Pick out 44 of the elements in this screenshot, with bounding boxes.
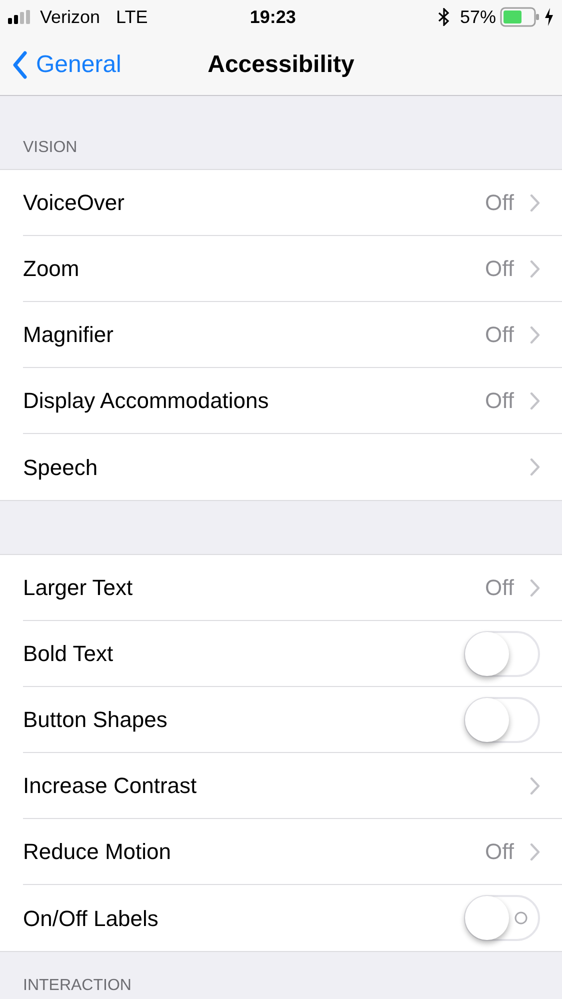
bluetooth-icon xyxy=(438,8,450,26)
chevron-icon xyxy=(530,392,540,410)
network-type: LTE xyxy=(116,6,148,28)
toggle-knob xyxy=(465,698,509,742)
row-label[interactable]: On/Off Labels xyxy=(23,902,464,934)
charging-icon xyxy=(544,8,554,26)
chevron-icon xyxy=(530,458,540,476)
section-header: INTERACTION xyxy=(23,976,132,996)
row-label[interactable]: Display Accommodations xyxy=(23,384,486,417)
row-value: Off xyxy=(485,255,514,283)
section-header: VISION xyxy=(23,138,78,158)
row-label[interactable]: Increase Contrast xyxy=(23,769,514,802)
toggle-switch[interactable] xyxy=(464,630,540,676)
chevron-icon xyxy=(530,776,540,794)
clock: 19:23 xyxy=(250,6,296,28)
row-label[interactable]: Larger Text xyxy=(23,571,486,604)
row-label[interactable]: Magnifier xyxy=(23,318,486,351)
back-chevron-icon xyxy=(12,50,28,78)
row-value: Off xyxy=(485,321,514,349)
chevron-icon xyxy=(530,260,540,278)
row-label[interactable]: Speech xyxy=(23,450,514,484)
page-title: Accessibility xyxy=(208,50,354,80)
chevron-icon xyxy=(530,578,540,596)
row-label[interactable]: Bold Text xyxy=(23,637,464,670)
chevron-icon xyxy=(530,842,540,860)
chevron-icon xyxy=(530,326,540,344)
toggle-knob xyxy=(465,632,509,676)
battery-icon xyxy=(500,7,540,27)
off-label-icon xyxy=(514,911,528,925)
toggle-switch[interactable] xyxy=(464,895,540,941)
toggle-switch[interactable] xyxy=(464,696,540,742)
row-label[interactable]: Button Shapes xyxy=(23,703,464,736)
row-value: Off xyxy=(485,387,514,415)
row-label[interactable]: VoiceOver xyxy=(23,186,486,219)
row-value: Off xyxy=(485,574,514,602)
row-value: Off xyxy=(485,189,514,217)
battery-percent: 57% xyxy=(460,6,496,28)
row-label[interactable]: Reduce Motion xyxy=(23,835,486,868)
toggle-knob xyxy=(465,896,509,940)
chevron-icon xyxy=(530,194,540,212)
back-button[interactable]: General xyxy=(12,46,122,82)
row-value: Off xyxy=(485,838,514,866)
row-label[interactable]: Zoom xyxy=(23,252,486,285)
carrier-name: Verizon xyxy=(40,6,100,28)
